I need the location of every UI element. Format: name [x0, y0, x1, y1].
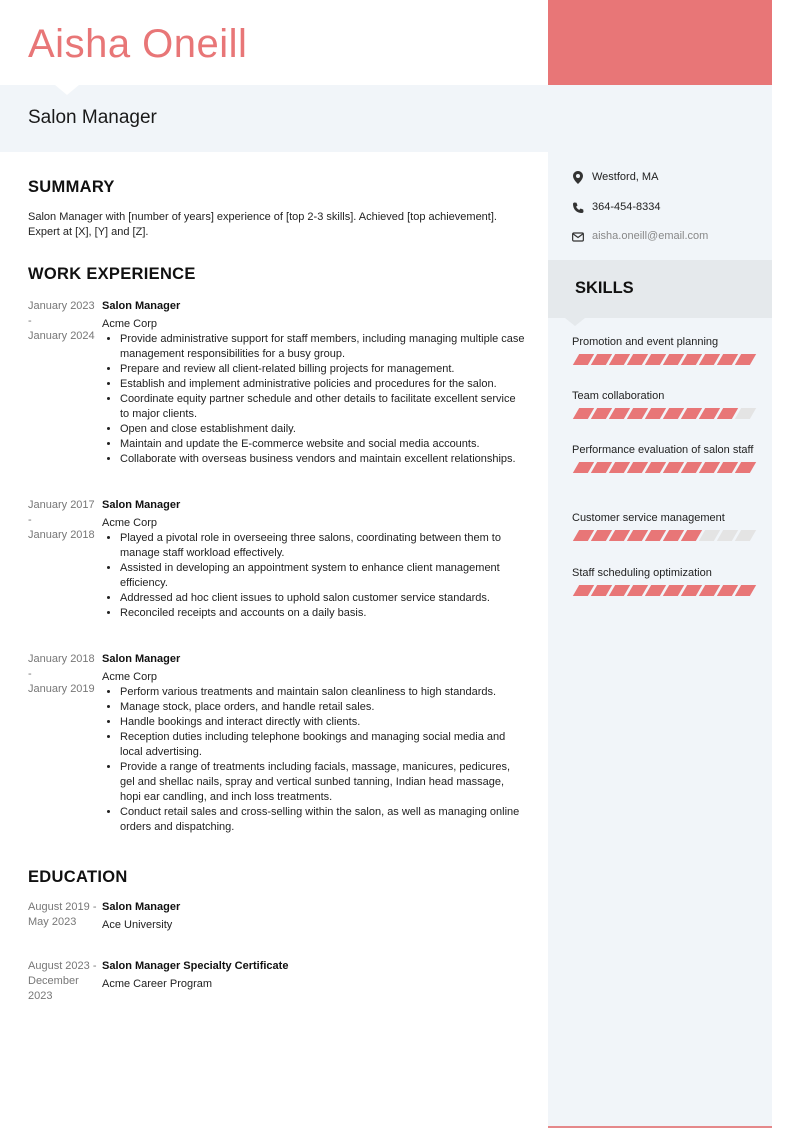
- skill-label: Promotion and event planning: [572, 336, 719, 348]
- title-pointer: [55, 85, 79, 95]
- work-bullet: Addressed ad hoc client issues to uphold…: [120, 591, 526, 606]
- work-org: Acme Corp: [102, 671, 158, 683]
- envelope-icon: [572, 231, 584, 243]
- education-heading: EDUCATION: [28, 868, 128, 886]
- work-bullets: Provide administrative support for staff…: [120, 332, 526, 467]
- work-experience-heading: WORK EXPERIENCE: [28, 265, 196, 283]
- date-separator: -: [28, 668, 32, 680]
- work-bullet: Reconciled receipts and accounts on a da…: [120, 606, 526, 621]
- education-school: Ace University: [102, 919, 173, 931]
- date-separator: -: [28, 315, 32, 327]
- work-bullet: Perform various treatments and maintain …: [120, 685, 526, 700]
- work-org: Acme Corp: [102, 318, 158, 330]
- work-bullet: Handle bookings and interact directly wi…: [120, 715, 526, 730]
- work-bullet: Collaborate with overseas business vendo…: [120, 452, 526, 467]
- work-bullet: Maintain and update the E-commerce websi…: [120, 437, 526, 452]
- work-bullet: Coordinate equity partner schedule and o…: [120, 392, 526, 422]
- education-dates: August 2019 - May 2023: [28, 901, 97, 928]
- work-dates: January 2017 - January 2018: [28, 498, 100, 543]
- work-end-date: January 2019: [28, 683, 95, 695]
- work-bullet: Provide a range of treatments including …: [120, 760, 526, 805]
- work-end-date: January 2024: [28, 330, 95, 342]
- work-bullet: Prepare and review all client-related bi…: [120, 362, 526, 377]
- summary-text: Salon Manager with [number of years] exp…: [28, 211, 497, 238]
- work-dates: January 2023 - January 2024: [28, 299, 100, 344]
- skill-label: Team collaboration: [572, 390, 665, 402]
- candidate-name: Aisha Oneill: [28, 22, 248, 66]
- work-role: Salon Manager: [102, 653, 181, 665]
- skill-item: Customer service management: [572, 511, 757, 541]
- skill-item: Staff scheduling optimization: [572, 566, 757, 596]
- header-accent-block: [548, 0, 772, 85]
- skill-label: Performance evaluation of salon staff: [572, 444, 754, 456]
- skill-item: Team collaboration: [572, 389, 757, 419]
- work-bullets: Perform various treatments and maintain …: [120, 685, 526, 835]
- work-dates: January 2018 - January 2019: [28, 652, 100, 697]
- skill-label: Customer service management: [572, 512, 725, 524]
- skill-segment-filled: [734, 462, 757, 473]
- work-role: Salon Manager: [102, 300, 181, 312]
- work-bullet: Assisted in developing an appointment sy…: [120, 561, 526, 591]
- work-start-date: January 2023: [28, 300, 95, 312]
- work-bullet: Conduct retail sales and cross-selling w…: [120, 805, 526, 835]
- skill-segment-empty: [734, 530, 757, 541]
- work-bullet: Provide administrative support for staff…: [120, 332, 526, 362]
- skill-level-bar: [572, 462, 757, 473]
- skill-level-bar: [572, 530, 757, 541]
- work-bullets: Played a pivotal role in overseeing thre…: [120, 531, 526, 621]
- work-org: Acme Corp: [102, 517, 158, 529]
- contact-phone: 364-454-8334: [572, 200, 661, 215]
- skill-item: Performance evaluation of salon staff: [572, 443, 757, 473]
- education-school: Acme Career Program: [102, 978, 213, 990]
- skill-level-bar: [572, 354, 757, 365]
- work-end-date: January 2018: [28, 529, 95, 541]
- skill-segment-filled: [734, 354, 757, 365]
- skill-segment-filled: [734, 585, 757, 596]
- contact-email[interactable]: aisha.oneill@email.com: [572, 229, 708, 244]
- skill-level-bar: [572, 408, 757, 419]
- email-link[interactable]: aisha.oneill@email.com: [592, 229, 708, 244]
- work-bullet: Manage stock, place orders, and handle r…: [120, 700, 526, 715]
- skill-item: Promotion and event planning: [572, 335, 757, 365]
- work-bullet: Establish and implement administrative p…: [120, 377, 526, 392]
- skills-heading: SKILLS: [575, 279, 634, 297]
- work-bullet: Reception duties including telephone boo…: [120, 730, 526, 760]
- phone-icon: [572, 202, 584, 214]
- skills-pointer: [565, 318, 585, 326]
- map-pin-icon: [572, 171, 584, 184]
- skill-segment-empty: [734, 408, 757, 419]
- contact-location: Westford, MA: [572, 170, 658, 185]
- work-start-date: January 2018: [28, 653, 95, 665]
- education-dates: August 2023 - December 2023: [28, 960, 97, 1002]
- work-start-date: January 2017: [28, 499, 95, 511]
- work-role: Salon Manager: [102, 499, 181, 511]
- education-degree: Salon Manager: [102, 901, 181, 913]
- job-title: Salon Manager: [28, 107, 157, 128]
- skill-level-bar: [572, 585, 757, 596]
- location-text: Westford, MA: [592, 171, 659, 183]
- summary-heading: SUMMARY: [28, 178, 115, 196]
- date-separator: -: [28, 514, 32, 526]
- work-bullet: Played a pivotal role in overseeing thre…: [120, 531, 526, 561]
- skill-label: Staff scheduling optimization: [572, 567, 712, 579]
- education-degree: Salon Manager Specialty Certificate: [102, 960, 289, 972]
- work-bullet: Open and close establishment daily.: [120, 422, 526, 437]
- phone-text: 364-454-8334: [592, 201, 661, 213]
